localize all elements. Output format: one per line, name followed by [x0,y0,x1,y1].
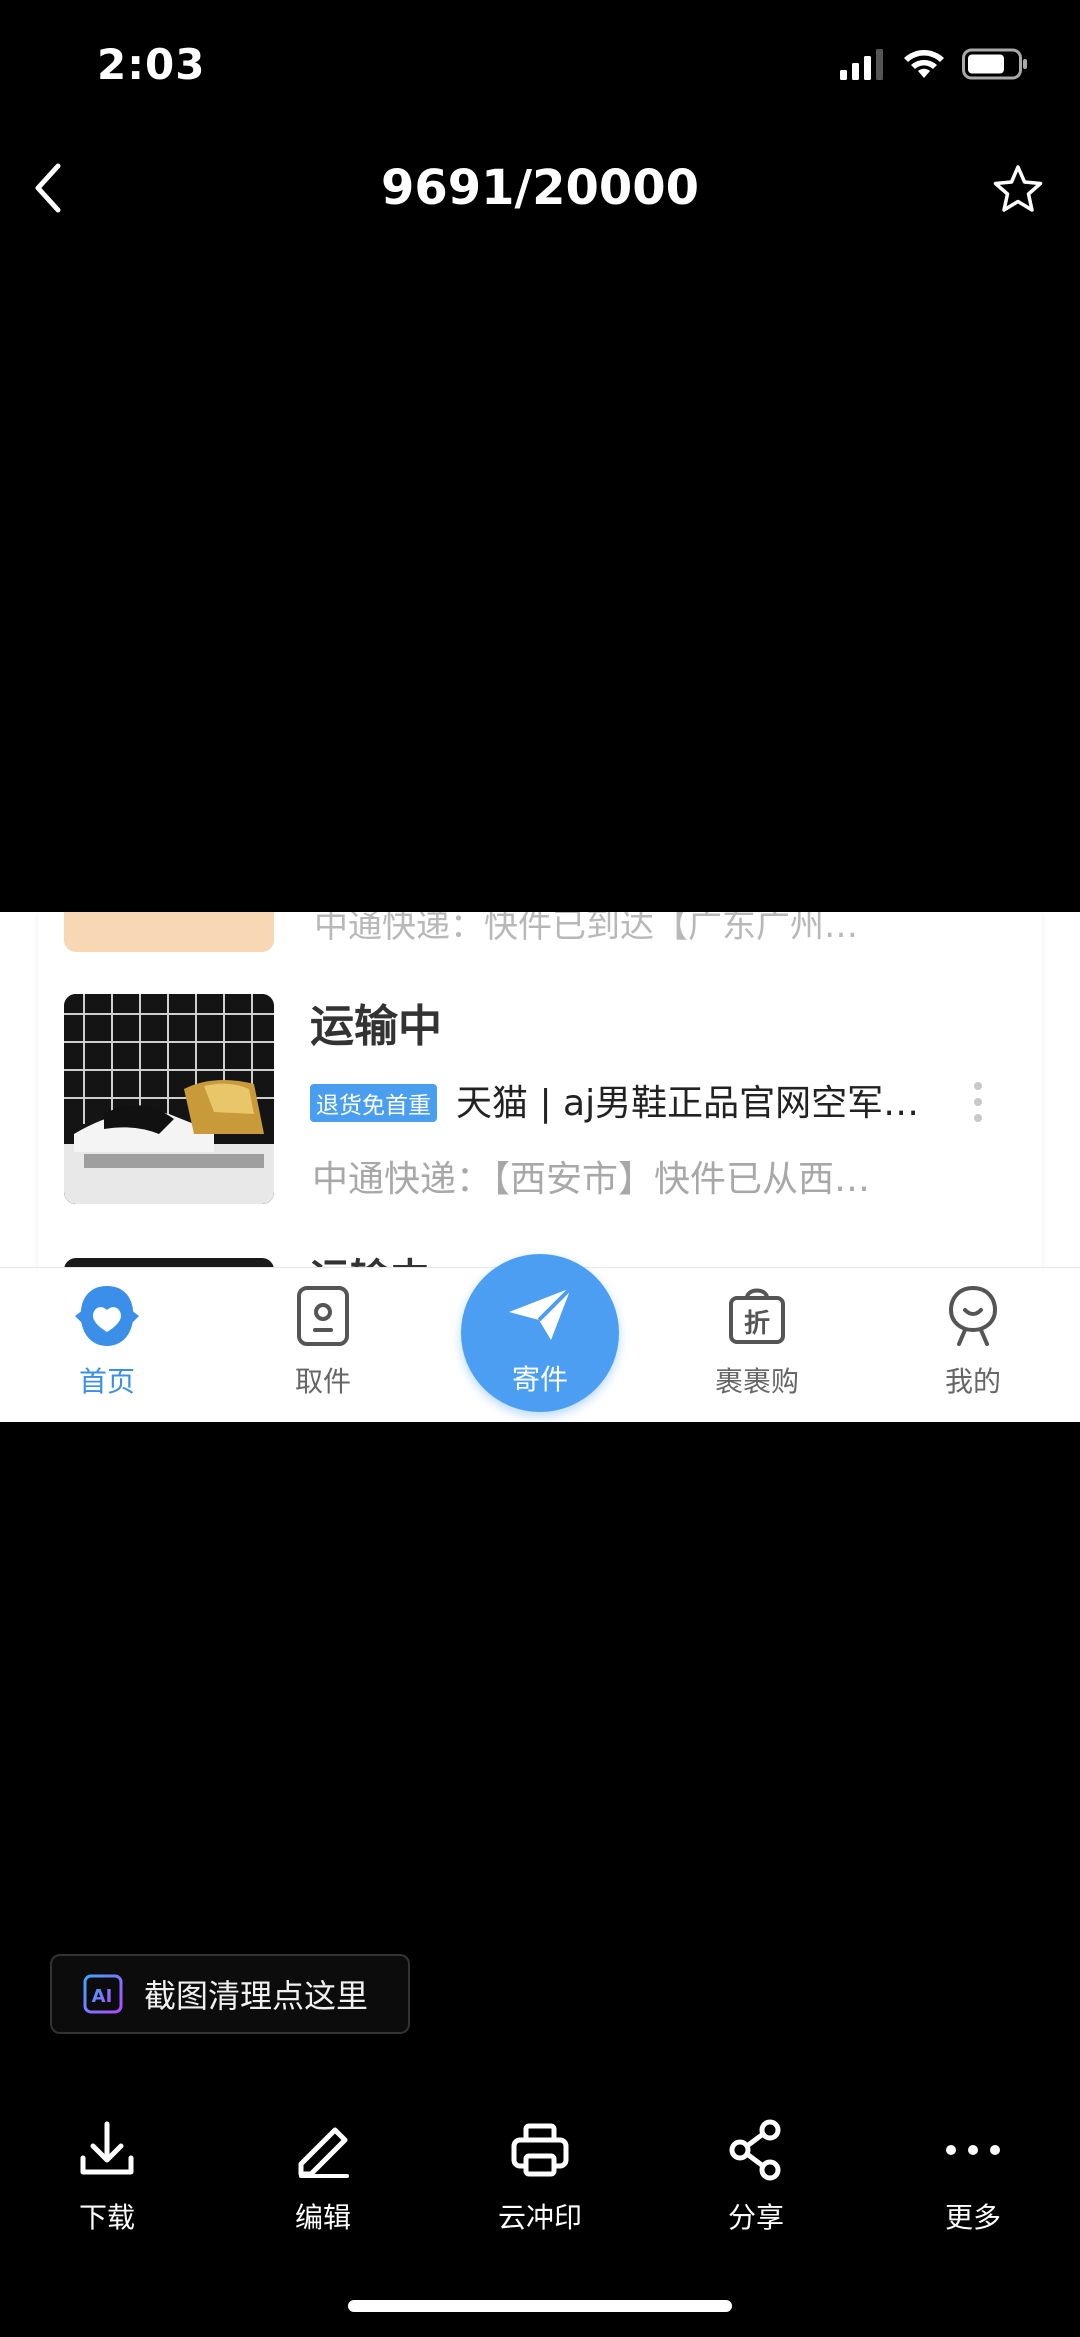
signal-icon [840,49,883,80]
package-list-card: 中通快递：快件已到达【广东广州… 运输中 退货免首重 天猫 | aj男鞋正品官网… [38,912,1042,1302]
tab-pickup[interactable]: 取件 [248,1280,398,1400]
tab-shop-label: 裹裹购 [714,1365,799,1398]
svg-text:AI: AI [92,1986,113,2007]
tab-mine[interactable]: 我的 [898,1280,1048,1400]
download-label: 下载 [78,2201,135,2234]
bird-home-icon [75,1286,139,1346]
send-button[interactable]: 寄件 [461,1254,619,1412]
cloud-print-button[interactable]: 云冲印 [475,2118,605,2236]
home-indicator[interactable] [348,2300,732,2312]
send-button-label: 寄件 [511,1363,568,1396]
screenshot-cleanup-button[interactable]: AI 截图清理点这里 [50,1954,410,2034]
tab-pickup-label: 取件 [294,1365,351,1398]
share-button[interactable]: 分享 [691,2118,821,2236]
profile-icon [948,1285,998,1346]
previous-item-thumbnail [64,912,274,952]
more-button[interactable]: 更多 [908,2118,1038,2236]
tab-mine-label: 我的 [944,1365,1001,1398]
cloud-print-label: 云冲印 [497,2201,582,2234]
item-status: 运输中 [310,1001,442,1052]
app-tabbar: 首页 取件 寄件 折 裹裹购 我的 [0,1254,1080,1422]
screenshot-preview[interactable]: 中通快递：快件已到达【广东广州… 运输中 退货免首重 天猫 | aj男鞋正品官网… [0,912,1080,1422]
shoe-image [64,994,274,1204]
previous-item-status: 中通快递：快件已到达【广东广州… [314,912,858,946]
more-vertical-icon[interactable] [972,1080,984,1124]
item-title[interactable]: 天猫 | aj男鞋正品官网空军… [456,1074,919,1126]
svg-text:折: 折 [744,1309,770,1339]
paper-plane-icon [509,1286,573,1340]
tab-shop[interactable]: 折 裹裹购 [682,1280,832,1400]
printer-icon [511,2123,569,2177]
tab-home-label: 首页 [78,1365,135,1398]
status-time: 2:03 [97,40,206,89]
return-badge: 退货免首重 [310,1084,437,1122]
share-icon [729,2119,781,2181]
shoe-thumbnail[interactable] [64,994,274,1204]
more-horizontal-icon [946,2145,1000,2155]
star-icon[interactable] [990,162,1046,218]
edit-label: 编辑 [294,2201,351,2234]
pencil-icon [298,2127,349,2178]
battery-icon [962,48,1027,80]
tab-home[interactable]: 首页 [32,1280,182,1400]
page-counter: 9691/20000 [380,160,700,216]
ai-icon: AI [83,1974,123,2014]
status-icons [838,48,1028,80]
download-icon [80,2121,134,2175]
cleanup-label: 截图清理点这里 [144,1977,369,2015]
locker-icon [297,1286,349,1346]
shopping-bag-icon: 折 [729,1288,785,1344]
download-button[interactable]: 下载 [42,2118,172,2236]
item-tracking: 中通快递：【西安市】快件已从西… [312,1159,871,1200]
share-label: 分享 [727,2201,784,2234]
wifi-icon [904,50,944,78]
more-label: 更多 [944,2201,1001,2234]
edit-button[interactable]: 编辑 [258,2118,388,2236]
